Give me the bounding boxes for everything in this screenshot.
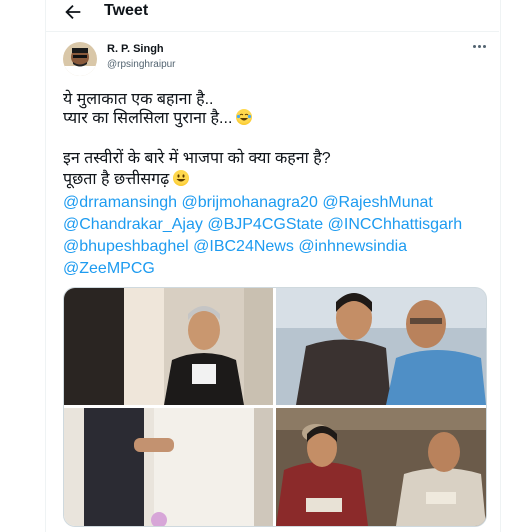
author-name[interactable]: R. P. Singh <box>107 42 164 56</box>
more-button[interactable] <box>473 43 487 51</box>
mention-link[interactable]: @BJP4CGState <box>207 216 323 233</box>
face-with-tears-of-joy-icon <box>236 109 253 125</box>
avatar[interactable] <box>63 42 97 76</box>
grinning-face-icon <box>173 170 190 186</box>
back-button[interactable] <box>62 1 84 23</box>
tweet-photo-4[interactable] <box>276 408 486 526</box>
tweet-line: पूछता है छत्तीसगढ़ <box>63 170 190 190</box>
header: Tweet <box>45 0 499 24</box>
mention-link[interactable]: @INCChhattisgarh <box>328 216 463 233</box>
arrow-left-icon <box>65 4 81 20</box>
header-divider <box>45 31 499 32</box>
mention-link[interactable]: @brijmohanagra20 <box>182 194 318 211</box>
more-horizontal-icon <box>473 45 476 48</box>
tweet-text-line-2: प्यार का सिलसिला पुराना है... <box>63 110 233 127</box>
tweet-line: इन तस्वीरों के बारे में भाजपा को क्या कह… <box>63 149 331 169</box>
tweet-line: ये मुलाकात एक बहाना है.. <box>63 90 214 110</box>
tweet-photo-3[interactable] <box>64 408 273 526</box>
mention-link[interactable]: @RajeshMunat <box>322 194 433 211</box>
mention-link[interactable]: @bhupeshbaghel <box>63 238 189 255</box>
tweet-text-line-3: इन तस्वीरों के बारे में भाजपा को क्या कह… <box>63 150 331 167</box>
tweet-photo-2[interactable] <box>276 288 486 405</box>
media-grid <box>63 287 487 527</box>
mention-link[interactable]: @drramansingh <box>63 194 177 211</box>
tweet-photo-1[interactable] <box>64 288 273 405</box>
author-handle[interactable]: @rpsinghraipur <box>107 58 176 71</box>
page-title: Tweet <box>104 2 149 19</box>
tweet-text-line-4: पूछता है छत्तीसगढ़ <box>63 171 170 188</box>
mention-link[interactable]: @Chandrakar_Ajay <box>63 216 203 233</box>
mention-link[interactable]: @inhnewsindia <box>298 238 407 255</box>
mention-link[interactable]: @IBC24News <box>193 238 294 255</box>
mention-link[interactable]: @ZeeMPCG <box>63 260 155 277</box>
mentions: @drramansingh @brijmohanagra20 @RajeshMu… <box>63 192 493 280</box>
tweet-text-line-1: ये मुलाकात एक बहाना है.. <box>63 91 214 108</box>
tweet-line: प्यार का सिलसिला पुराना है... <box>63 109 253 129</box>
